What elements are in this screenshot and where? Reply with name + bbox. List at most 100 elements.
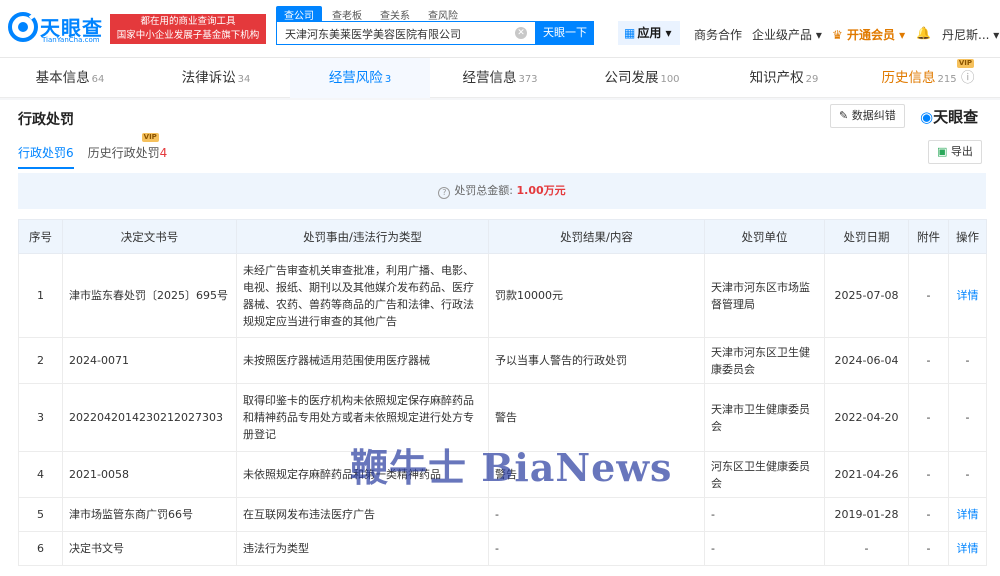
- vip-badge: VIP: [141, 133, 159, 142]
- table-row: 4 2021-0058 未依照规定存麻醉药品和第一类精神药品 警告 河东区卫生健…: [18, 451, 987, 498]
- clear-search-icon[interactable]: ✕: [515, 27, 527, 39]
- cell-date: 2025-07-08: [824, 253, 909, 338]
- search-button[interactable]: 天眼一下: [536, 21, 594, 45]
- logo-domain: TianYanCha.com: [42, 36, 100, 44]
- cell-reason: 未经广告审查机关审查批准，利用广播、电影、电视、报纸、期刊以及其他媒介发布药品、…: [236, 253, 489, 338]
- tab-history[interactable]: VIP 历史信息 215 ⓘ: [856, 58, 1000, 98]
- tab-label: 基本信息: [35, 70, 90, 86]
- cell-reason: 未按照医疗器械适用范围使用医疗器械: [236, 337, 489, 384]
- cell-index: 1: [18, 253, 63, 338]
- tab-count: 373: [518, 74, 538, 85]
- slogan-line2: 国家中小企业发展子基金旗下机构: [116, 30, 260, 41]
- question-icon: ?: [438, 187, 451, 199]
- section-title: 行政处罚: [18, 112, 74, 128]
- tab-operating-risk[interactable]: 经营风险 3: [290, 58, 430, 98]
- report-error-label: 数据纠错: [851, 109, 896, 122]
- tab-ip[interactable]: 知识产权 29: [714, 58, 854, 98]
- vip-badge: VIP: [956, 59, 974, 68]
- cell-date: -: [824, 531, 909, 566]
- details-link[interactable]: 详情: [948, 497, 987, 532]
- tab-label: 经营信息: [462, 70, 517, 86]
- cell-date: 2019-01-28: [824, 497, 909, 532]
- apps-button-label: 应用: [637, 26, 662, 40]
- table-row: 3 2022042014230212027303 取得印鉴卡的医疗机构未依照规定…: [18, 383, 987, 452]
- apps-button[interactable]: ▦ 应用 ▾: [618, 21, 680, 45]
- tab-count: 34: [237, 74, 251, 85]
- cell-attachment: -: [908, 531, 949, 566]
- table-row: 6 决定书文号 违法行为类型 - - - - 详情: [18, 531, 987, 566]
- nav-enterprise-label: 企业级产品: [752, 28, 813, 42]
- tab-label: 经营风险: [328, 70, 383, 86]
- tab-operating-info[interactable]: 经营信息 373: [430, 58, 570, 98]
- main-tabs: 基本信息 64 法律诉讼 34 经营风险 3 经营信息 373 公司发展 100 知识产权…: [0, 58, 1000, 98]
- cell-doc-no: 津市监东春处罚〔2025〕695号: [62, 253, 237, 338]
- penalty-subtabs: 行政处罚6 VIP 历史行政处罚4: [18, 133, 168, 169]
- cell-doc-no: 2021-0058: [62, 451, 237, 498]
- bell-icon[interactable]: 🔔: [916, 26, 931, 40]
- table-row: 2 2024-0071 未按照医疗器械适用范围使用医疗器械 予以当事人警告的行政…: [18, 337, 987, 384]
- logo-mark-icon: [8, 12, 38, 42]
- table-row: 5 津市场监管东商广罚66号 在互联网发布违法医疗广告 - - 2019-01-…: [18, 497, 987, 532]
- cell-index: 4: [18, 451, 63, 498]
- penalty-summary: ? 处罚总金额: 1.00万元: [18, 173, 986, 209]
- tab-label: 法律诉讼: [181, 70, 236, 86]
- tab-basic-info[interactable]: 基本信息 64: [0, 58, 140, 98]
- col-header-action: 操作: [948, 219, 987, 254]
- cell-result: -: [488, 531, 705, 566]
- cell-index: 2: [18, 337, 63, 384]
- cell-authority: -: [704, 497, 825, 532]
- cell-action: -: [948, 337, 987, 384]
- cell-reason: 取得印鉴卡的医疗机构未依照规定保存麻醉药品和精神药品专用处方或者未依照规定进行处…: [236, 383, 489, 452]
- brand-eye-icon: ◉: [920, 108, 934, 126]
- nav-user[interactable]: 丹尼斯... ▾: [942, 26, 999, 43]
- col-header-attachment: 附件: [908, 219, 949, 254]
- cell-authority: 天津市卫生健康委员会: [704, 383, 825, 452]
- cell-reason: 未依照规定存麻醉药品和第一类精神药品: [236, 451, 489, 498]
- tab-count: 64: [91, 74, 105, 85]
- details-link[interactable]: 详情: [948, 253, 987, 338]
- cell-result: -: [488, 497, 705, 532]
- top-navbar: 天眼查 TianYanCha.com 都在用的商业查询工具 国家中小企业发展子基…: [0, 0, 1000, 58]
- cell-doc-no: 2024-0071: [62, 337, 237, 384]
- tab-legal[interactable]: 法律诉讼 34: [146, 58, 286, 98]
- report-error-button[interactable]: ✎ 数据纠错: [830, 104, 905, 128]
- cell-result: 警告: [488, 451, 705, 498]
- subtab-label: 行政处罚: [18, 146, 67, 160]
- summary-label: 处罚总金额:: [454, 184, 514, 197]
- help-icon: ⓘ: [960, 70, 975, 86]
- brand-mark: ◉天眼查: [920, 106, 978, 127]
- nav-business[interactable]: 商务合作: [694, 26, 742, 43]
- nav-vip[interactable]: ♛ 开通会员 ▾: [832, 26, 905, 43]
- nav-enterprise[interactable]: 企业级产品 ▾: [752, 26, 822, 43]
- cell-date: 2021-04-26: [824, 451, 909, 498]
- tab-label: 历史信息: [881, 70, 936, 86]
- cell-result: 警告: [488, 383, 705, 452]
- cell-attachment: -: [908, 451, 949, 498]
- excel-icon: ▣: [937, 145, 948, 158]
- admin-penalty-card: 行政处罚 ✎ 数据纠错 ◉天眼查 行政处罚6 VIP 历史行政处罚4 ▣ 导出 ?…: [0, 100, 1000, 576]
- subtab-admin-penalty[interactable]: 行政处罚6: [18, 144, 74, 169]
- tab-count: 100: [660, 74, 680, 85]
- nav-user-label: 丹尼斯...: [942, 28, 990, 42]
- summary-amount: 1.00万元: [516, 184, 566, 197]
- tianyancha-logo[interactable]: 天眼查 TianYanCha.com: [8, 10, 108, 46]
- cell-doc-no: 2022042014230212027303: [62, 383, 237, 452]
- slogan-line1: 都在用的商业查询工具: [140, 16, 236, 27]
- penalty-table: 序号 决定文书号 处罚事由/违法行为类型 处罚结果/内容 处罚单位 处罚日期 附…: [18, 219, 987, 566]
- cell-authority: 天津市河东区市场监督管理局: [704, 253, 825, 338]
- cell-index: 6: [18, 531, 63, 566]
- tab-count: 29: [805, 74, 819, 85]
- export-button[interactable]: ▣ 导出: [928, 140, 982, 164]
- subtab-count: 4: [159, 146, 168, 160]
- cell-doc-no: 津市场监管东商广罚66号: [62, 497, 237, 532]
- search-input[interactable]: 天津河东美莱医学美容医院有限公司: [276, 21, 536, 45]
- col-header-doc-no: 决定文书号: [62, 219, 237, 254]
- subtab-history-penalty[interactable]: VIP 历史行政处罚4: [88, 133, 168, 169]
- cell-index: 5: [18, 497, 63, 532]
- details-link[interactable]: 详情: [948, 531, 987, 566]
- cell-result: 予以当事人警告的行政处罚: [488, 337, 705, 384]
- cell-attachment: -: [908, 497, 949, 532]
- tab-development[interactable]: 公司发展 100: [572, 58, 712, 98]
- apps-grid-icon: ▦: [624, 26, 636, 40]
- table-header-row: 序号 决定文书号 处罚事由/违法行为类型 处罚结果/内容 处罚单位 处罚日期 附…: [18, 219, 987, 254]
